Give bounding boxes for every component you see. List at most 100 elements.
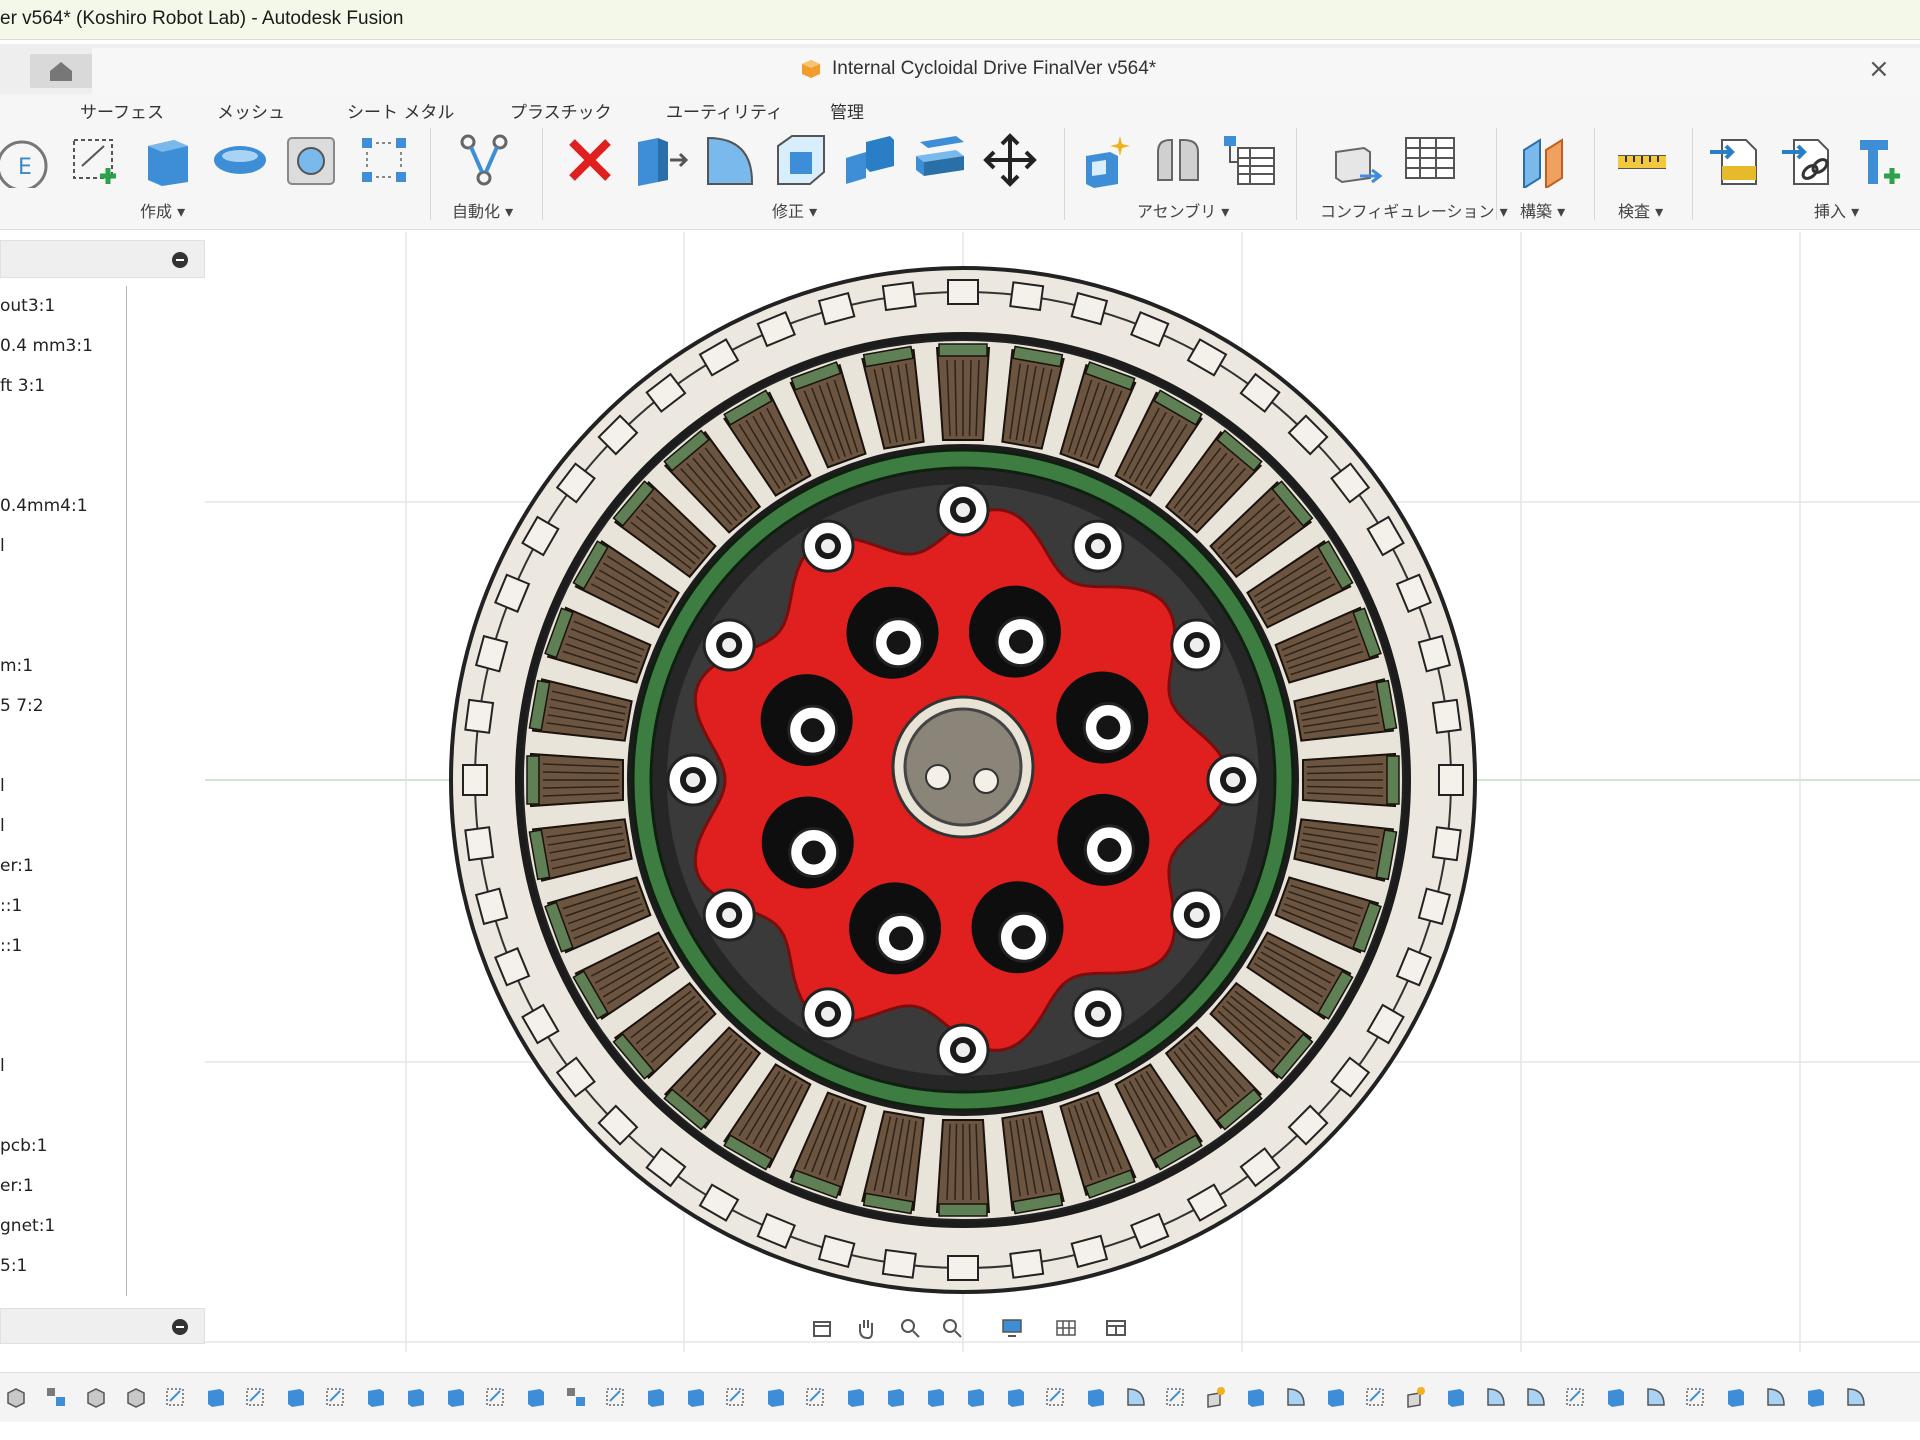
timeline-feature-group-icon[interactable]	[44, 1385, 68, 1409]
group-inspect-label[interactable]: 検査 ▾	[1618, 198, 1663, 222]
timeline-feature-fillet-icon[interactable]	[1484, 1385, 1508, 1409]
pan-hand-icon[interactable]	[854, 1316, 878, 1340]
timeline-feature-body-icon[interactable]	[1444, 1385, 1468, 1409]
timeline-feature-fillet-icon[interactable]	[1644, 1385, 1668, 1409]
pattern-icon[interactable]	[356, 132, 412, 188]
group-automate-label[interactable]: 自動化 ▾	[452, 198, 513, 222]
combine-icon[interactable]	[842, 132, 898, 188]
timeline-feature-sketch-icon[interactable]	[1364, 1385, 1388, 1409]
display-settings-icon[interactable]	[1000, 1316, 1024, 1340]
insert-derive-icon[interactable]	[1708, 132, 1764, 188]
fit-zoom-icon[interactable]	[940, 1316, 964, 1340]
timeline-feature-group-icon[interactable]	[564, 1385, 588, 1409]
timeline-feature-body-icon[interactable]	[964, 1385, 988, 1409]
timeline-feature-sketch-icon[interactable]	[604, 1385, 628, 1409]
create-sketch-icon[interactable]: E	[0, 132, 50, 188]
timeline-feature-body-icon[interactable]	[204, 1385, 228, 1409]
browser-item[interactable]: er:1	[0, 856, 34, 876]
browser-item[interactable]: l	[0, 776, 5, 796]
delete-icon[interactable]	[562, 132, 618, 188]
orbit-icon[interactable]	[810, 1316, 834, 1340]
collapse-icon[interactable]	[172, 252, 188, 268]
home-button[interactable]	[30, 54, 92, 88]
timeline-feature-box-icon[interactable]	[84, 1385, 108, 1409]
browser-item[interactable]: l	[0, 536, 5, 556]
timeline-feature-star-icon[interactable]	[1204, 1385, 1228, 1409]
timeline-feature-body-icon[interactable]	[1324, 1385, 1348, 1409]
new-component-icon[interactable]	[1080, 132, 1136, 188]
browser-item[interactable]: l	[0, 1056, 5, 1076]
timeline-feature-body-icon[interactable]	[844, 1385, 868, 1409]
timeline-feature-star-icon[interactable]	[1404, 1385, 1428, 1409]
timeline-feature-sketch-icon[interactable]	[1164, 1385, 1188, 1409]
timeline-feature-body-icon[interactable]	[1084, 1385, 1108, 1409]
measure-icon[interactable]	[1614, 132, 1670, 188]
browser-item[interactable]: 5:1	[0, 1256, 27, 1276]
browser-item[interactable]: pcb:1	[0, 1136, 47, 1156]
group-insert-label[interactable]: 挿入 ▾	[1814, 198, 1859, 222]
timeline-feature-sketch-icon[interactable]	[1564, 1385, 1588, 1409]
timeline-feature-box-icon[interactable]	[4, 1385, 28, 1409]
add-comment-icon[interactable]	[172, 1319, 188, 1335]
create-sketch-plane-icon[interactable]	[68, 132, 124, 188]
tab-plastic[interactable]: プラスチック	[510, 98, 612, 123]
timeline-feature-body-icon[interactable]	[524, 1385, 548, 1409]
browser-item[interactable]: l	[0, 816, 5, 836]
bill-of-materials-icon[interactable]	[1220, 132, 1276, 188]
viewports-icon[interactable]	[1104, 1316, 1128, 1340]
tab-sheet-metal[interactable]: シート メタル	[347, 98, 454, 123]
group-configuration-label[interactable]: コンフィギュレーション ▾	[1320, 198, 1508, 222]
group-create-label[interactable]: 作成 ▾	[140, 198, 185, 222]
timeline-feature-sketch-icon[interactable]	[1044, 1385, 1068, 1409]
tab-utility[interactable]: ユーティリティ	[666, 98, 783, 123]
timeline-feature-body-icon[interactable]	[284, 1385, 308, 1409]
configure-model-icon[interactable]	[1330, 132, 1386, 188]
extrude-icon[interactable]	[140, 132, 196, 188]
browser-item[interactable]: 5 7:2	[0, 696, 44, 716]
joint-icon[interactable]	[1150, 132, 1206, 188]
offset-face-icon[interactable]	[912, 132, 968, 188]
browser-item[interactable]: gnet:1	[0, 1216, 55, 1236]
browser-item[interactable]: m:1	[0, 656, 33, 676]
timeline-feature-fillet-icon[interactable]	[1284, 1385, 1308, 1409]
timeline-feature-sketch-icon[interactable]	[164, 1385, 188, 1409]
timeline-feature-sketch-icon[interactable]	[484, 1385, 508, 1409]
timeline-feature-body-icon[interactable]	[444, 1385, 468, 1409]
hole-icon[interactable]	[284, 132, 340, 188]
browser-item[interactable]: er:1	[0, 1176, 34, 1196]
zoom-icon[interactable]	[898, 1316, 922, 1340]
insert-link-icon[interactable]	[1780, 132, 1836, 188]
browser-item[interactable]: out3:1	[0, 296, 55, 316]
timeline-feature-body-icon[interactable]	[1244, 1385, 1268, 1409]
configuration-table-icon[interactable]	[1402, 132, 1458, 188]
browser-item[interactable]: 0.4 mm3:1	[0, 336, 93, 356]
press-pull-icon[interactable]	[632, 132, 688, 188]
timeline-feature-box-icon[interactable]	[124, 1385, 148, 1409]
timeline-feature-body-icon[interactable]	[884, 1385, 908, 1409]
timeline-feature-sketch-icon[interactable]	[724, 1385, 748, 1409]
move-icon[interactable]	[982, 132, 1038, 188]
close-tab-button[interactable]: ×	[1868, 54, 1890, 84]
browser-item[interactable]: ::1	[0, 896, 22, 916]
timeline-feature-sketch-icon[interactable]	[244, 1385, 268, 1409]
timeline-feature-body-icon[interactable]	[1724, 1385, 1748, 1409]
group-modify-label[interactable]: 修正 ▾	[772, 198, 817, 222]
timeline-feature-body-icon[interactable]	[1804, 1385, 1828, 1409]
tab-surface[interactable]: サーフェス	[80, 98, 164, 123]
shell-icon[interactable]	[772, 132, 828, 188]
timeline-feature-fillet-icon[interactable]	[1764, 1385, 1788, 1409]
timeline-feature-body-icon[interactable]	[404, 1385, 428, 1409]
timeline-feature-body-icon[interactable]	[644, 1385, 668, 1409]
timeline-feature-fillet-icon[interactable]	[1524, 1385, 1548, 1409]
timeline-feature-body-icon[interactable]	[764, 1385, 788, 1409]
timeline-feature-sketch-icon[interactable]	[324, 1385, 348, 1409]
timeline-feature-fillet-icon[interactable]	[1844, 1385, 1868, 1409]
group-assemble-label[interactable]: アセンブリ ▾	[1137, 198, 1229, 222]
fillet-icon[interactable]	[702, 132, 758, 188]
offset-plane-icon[interactable]	[1516, 132, 1572, 188]
timeline-feature-fillet-icon[interactable]	[1124, 1385, 1148, 1409]
revolve-icon[interactable]	[212, 132, 268, 188]
timeline-feature-body-icon[interactable]	[364, 1385, 388, 1409]
browser-item[interactable]: 0.4mm4:1	[0, 496, 88, 516]
timeline-feature-sketch-icon[interactable]	[804, 1385, 828, 1409]
